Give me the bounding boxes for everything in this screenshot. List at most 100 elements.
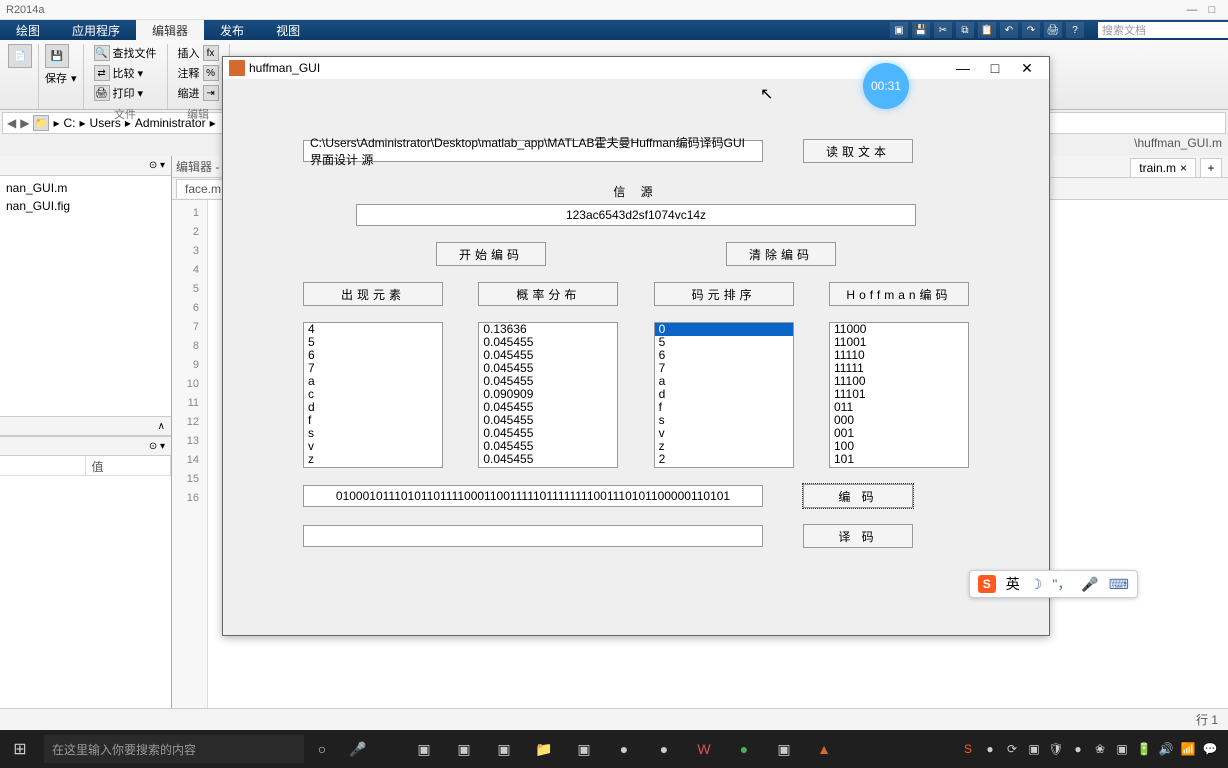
path-seg-c[interactable]: C:: [64, 116, 76, 130]
mic-icon[interactable]: 🎤: [340, 734, 376, 764]
encode-button[interactable]: 编 码: [803, 484, 913, 508]
col-header-sort[interactable]: 码元排序: [654, 282, 794, 306]
save-big-icon[interactable]: 💾: [45, 44, 69, 68]
gui-close-button[interactable]: ✕: [1011, 60, 1043, 77]
search-docs-input[interactable]: 搜索文档: [1098, 22, 1228, 38]
list-item[interactable]: f: [304, 414, 442, 427]
workspace-collapse[interactable]: ∧: [0, 416, 171, 436]
list-item[interactable]: v: [304, 440, 442, 453]
minimize-button[interactable]: —: [1182, 4, 1202, 16]
taskbar-app-5[interactable]: ▣: [566, 734, 602, 764]
listbox-huffman[interactable]: 1100011001111101111111100111010110000011…: [829, 322, 969, 468]
taskbar-app-1[interactable]: ▣: [406, 734, 442, 764]
path-fwd-icon[interactable]: ▶: [20, 116, 29, 130]
taskbar-app-10[interactable]: ▣: [766, 734, 802, 764]
list-item[interactable]: c: [304, 388, 442, 401]
save-icon[interactable]: 💾: [912, 22, 930, 38]
gui-titlebar[interactable]: huffman_GUI — □ ✕: [223, 57, 1049, 79]
list-item[interactable]: 6: [655, 349, 793, 362]
taskbar-search[interactable]: 在这里输入你要搜索的内容: [44, 735, 304, 763]
tray-icon-6[interactable]: ●: [1070, 741, 1086, 757]
tray-shield-icon[interactable]: 🛡: [1048, 741, 1064, 757]
comment-button[interactable]: 注释 %: [174, 64, 223, 82]
list-item[interactable]: 2: [655, 453, 793, 466]
list-item[interactable]: 5: [655, 336, 793, 349]
indent-button[interactable]: 缩进 ⇥: [174, 84, 223, 102]
list-item[interactable]: a: [304, 375, 442, 388]
taskbar-app-7[interactable]: ●: [646, 734, 682, 764]
list-item[interactable]: d: [304, 401, 442, 414]
taskbar-app-3[interactable]: ▣: [486, 734, 522, 764]
tray-volume-icon[interactable]: 🔊: [1158, 741, 1174, 757]
copy-icon[interactable]: ⧉: [956, 22, 974, 38]
file-item[interactable]: nan_GUI.m: [4, 180, 167, 196]
tab-view[interactable]: 视图: [260, 20, 316, 40]
source-input[interactable]: 123ac6543d2sf1074vc14z: [356, 204, 916, 226]
compare-button[interactable]: ⇄比较▾: [90, 64, 161, 82]
tray-icon-8[interactable]: ▣: [1114, 741, 1130, 757]
redo-icon[interactable]: ↷: [1022, 22, 1040, 38]
tab-editor[interactable]: 编辑器: [136, 20, 204, 40]
tab-publish[interactable]: 发布: [204, 20, 260, 40]
cortana-icon[interactable]: ○: [304, 734, 340, 764]
tray-battery-icon[interactable]: 🔋: [1136, 741, 1152, 757]
taskbar-explorer[interactable]: 📁: [526, 734, 562, 764]
tray-icon-7[interactable]: ❀: [1092, 741, 1108, 757]
list-item[interactable]: 0.045455: [479, 453, 617, 466]
list-item[interactable]: 4: [304, 323, 442, 336]
listbox-prob[interactable]: 0.136360.0454550.0454550.0454550.0454550…: [478, 322, 618, 468]
ime-toolbar[interactable]: S 英 ☽ "， 🎤 ⌨: [969, 570, 1138, 598]
tray-notif-icon[interactable]: 💬: [1202, 741, 1218, 757]
print-icon[interactable]: 🖨: [1044, 22, 1062, 38]
list-item[interactable]: z: [304, 453, 442, 466]
ribbon-icon-1[interactable]: ▣: [890, 22, 908, 38]
list-item[interactable]: s: [304, 427, 442, 440]
list-item[interactable]: f: [655, 401, 793, 414]
list-item[interactable]: d: [655, 388, 793, 401]
editor-tab-train[interactable]: train.m×: [1130, 158, 1196, 178]
start-encode-button[interactable]: 开始编码: [436, 242, 546, 266]
list-item[interactable]: a: [655, 375, 793, 388]
list-item[interactable]: z: [655, 440, 793, 453]
taskbar-app-2[interactable]: ▣: [446, 734, 482, 764]
path-input[interactable]: C:\Users\Administrator\Desktop\matlab_ap…: [303, 140, 763, 162]
col-header-prob[interactable]: 概率分布: [478, 282, 618, 306]
path-seg-admin[interactable]: Administrator: [135, 116, 206, 130]
read-text-button[interactable]: 读取文本: [803, 139, 913, 163]
tab-apps[interactable]: 应用程序: [56, 20, 136, 40]
col-header-elements[interactable]: 出现元素: [303, 282, 443, 306]
help-icon[interactable]: ?: [1066, 22, 1084, 38]
list-item[interactable]: 5: [304, 336, 442, 349]
list-item[interactable]: 0: [655, 323, 793, 336]
gui-maximize-button[interactable]: □: [979, 60, 1011, 76]
ime-comma-icon[interactable]: "，: [1052, 574, 1071, 594]
list-item[interactable]: 6: [304, 349, 442, 362]
list-item[interactable]: 7: [304, 362, 442, 375]
list-item[interactable]: 101: [830, 453, 968, 466]
close-icon[interactable]: ×: [1180, 161, 1187, 175]
list-item[interactable]: 7: [655, 362, 793, 375]
clear-encode-button[interactable]: 清除编码: [726, 242, 836, 266]
tray-wifi-icon[interactable]: 📶: [1180, 741, 1196, 757]
col-header-huffman[interactable]: Hoffman编码: [829, 282, 969, 306]
path-back-icon[interactable]: ◀: [7, 116, 16, 130]
ime-moon-icon[interactable]: ☽: [1030, 576, 1043, 593]
tab-plot[interactable]: 绘图: [0, 20, 56, 40]
tray-icon-2[interactable]: ●: [982, 741, 998, 757]
editor-tab-add[interactable]: +: [1200, 158, 1222, 178]
workspace-header[interactable]: ⊙ ▾: [0, 436, 171, 456]
insert-button[interactable]: 插入 fx: [174, 44, 223, 62]
list-item[interactable]: s: [655, 414, 793, 427]
ws-col-value[interactable]: 值: [86, 456, 172, 475]
find-files-button[interactable]: 🔍查找文件: [90, 44, 161, 62]
paste-icon[interactable]: 📋: [978, 22, 996, 38]
path-seg-users[interactable]: Users: [90, 116, 121, 130]
file-item[interactable]: nan_GUI.fig: [4, 198, 167, 214]
listbox-elements[interactable]: 4567acdfsvz: [303, 322, 443, 468]
undo-icon[interactable]: ↶: [1000, 22, 1018, 38]
encoded-output[interactable]: 0100010111010110111100011001111101111111…: [303, 485, 763, 507]
maximize-button[interactable]: □: [1202, 4, 1222, 16]
taskbar-app-8[interactable]: W: [686, 734, 722, 764]
taskbar-chrome[interactable]: ●: [606, 734, 642, 764]
ime-keyboard-icon[interactable]: ⌨: [1109, 576, 1129, 593]
